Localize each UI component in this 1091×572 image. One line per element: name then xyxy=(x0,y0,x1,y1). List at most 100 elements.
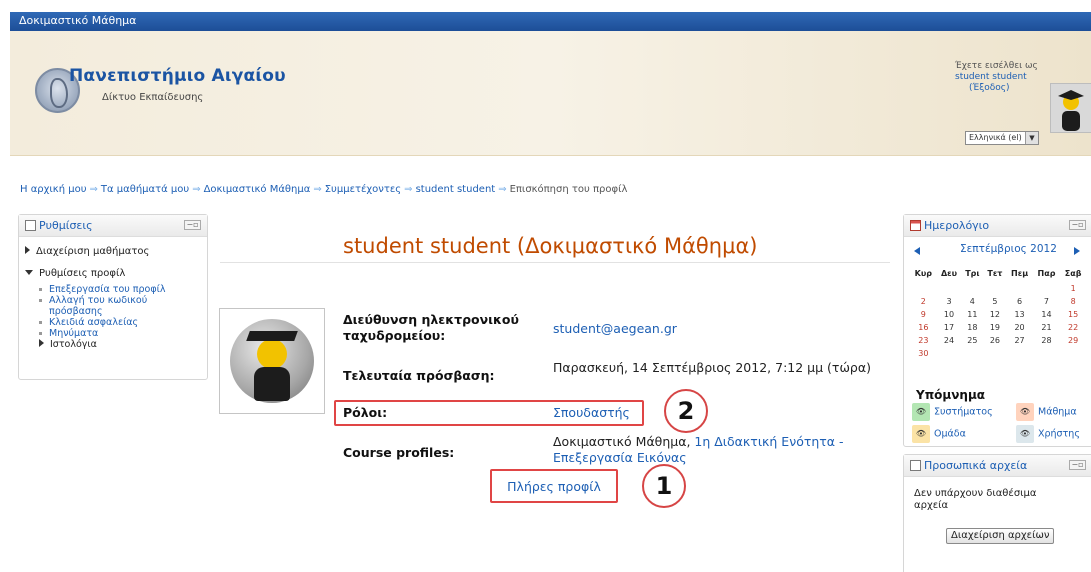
calendar-day[interactable]: 14 xyxy=(1033,308,1061,321)
site-header: Πανεπιστήμιο Αιγαίου Δίκτυο Εκπαίδευσης … xyxy=(10,31,1091,156)
university-subtitle: Δίκτυο Εκπαίδευσης xyxy=(102,92,204,103)
calendar-day[interactable]: 25 xyxy=(961,334,983,347)
block-collapse-icon[interactable]: −▫ xyxy=(1069,220,1086,230)
calendar-day[interactable]: 18 xyxy=(961,321,983,334)
breadcrumb-my-courses[interactable]: Τα μαθήματά μου xyxy=(101,184,189,195)
tree-item-label: Ιστολόγια xyxy=(50,339,97,350)
calendar-day[interactable]: 8 xyxy=(1060,295,1086,308)
tree-item-label: Ρυθμίσεις προφίλ xyxy=(39,268,126,279)
calendar-day[interactable]: 21 xyxy=(1033,321,1061,334)
eye-icon: 👁 xyxy=(1016,403,1034,421)
next-month-icon[interactable] xyxy=(1074,247,1080,255)
calendar-block-title[interactable]: Ημερολόγιο xyxy=(924,219,989,232)
calendar-day[interactable]: 20 xyxy=(1006,321,1032,334)
block-collapse-icon[interactable]: −▫ xyxy=(1069,460,1086,470)
calendar-day[interactable]: 1 xyxy=(1060,282,1086,295)
settings-block: Ρυθμίσεις −▫ Διαχείριση μαθήματος Ρυθμίσ… xyxy=(18,214,208,380)
profile-settings-list: Επεξεργασία του προφίλ Αλλαγή του κωδικο… xyxy=(39,284,201,350)
breadcrumb-course[interactable]: Δοκιμαστικό Μάθημα xyxy=(204,184,311,195)
logout-link[interactable]: (Έξοδος) xyxy=(955,83,1045,94)
calendar-day xyxy=(1033,347,1061,360)
tree-item-messages[interactable]: Μηνύματα xyxy=(39,328,201,339)
tree-item-security-keys[interactable]: Κλειδιά ασφαλείας xyxy=(39,317,201,328)
profile-avatar xyxy=(219,308,325,414)
calendar-day[interactable]: 28 xyxy=(1033,334,1061,347)
full-profile-link[interactable]: Πλήρες προφίλ xyxy=(492,479,616,494)
calendar-day[interactable]: 9 xyxy=(910,308,937,321)
calendar-day[interactable]: 30 xyxy=(910,347,937,360)
user-picture[interactable] xyxy=(1050,83,1091,133)
tree-item-blogs[interactable]: Ιστολόγια xyxy=(39,339,201,350)
calendar-day[interactable]: 16 xyxy=(910,321,937,334)
tree-item-profile-settings[interactable]: Ρυθμίσεις προφίλ xyxy=(25,268,201,279)
course-top-bar: Δοκιμαστικό Μάθημα xyxy=(10,12,1091,31)
breadcrumb-separator: ⇒ xyxy=(192,184,201,195)
breadcrumb-participants[interactable]: Συμμετέχοντες xyxy=(325,184,401,195)
no-files-text: Δεν υπάρχουν διαθέσιμα αρχεία xyxy=(914,488,1037,511)
calendar-day[interactable]: 3 xyxy=(937,295,962,308)
email-value: student@aegean.gr xyxy=(553,321,677,337)
calendar-day[interactable]: 6 xyxy=(1006,295,1032,308)
calendar-day xyxy=(983,347,1006,360)
manage-files-button[interactable]: Διαχείριση αρχείων xyxy=(946,528,1055,544)
legend-user-label: Χρήστης xyxy=(1038,428,1080,440)
calendar-day[interactable]: 10 xyxy=(937,308,962,321)
role-link[interactable]: Σπουδαστής xyxy=(553,405,630,420)
calendar-day xyxy=(910,282,937,295)
calendar-nav: Σεπτέμβριος 2012 xyxy=(904,243,1091,259)
legend-system[interactable]: 👁 Συστήματος xyxy=(912,403,993,421)
calendar-day xyxy=(937,347,962,360)
tree-item-edit-profile[interactable]: Επεξεργασία του προφίλ xyxy=(39,284,201,295)
legend-user[interactable]: 👁 Χρήστης xyxy=(1016,425,1080,443)
settings-block-title[interactable]: Ρυθμίσεις xyxy=(39,219,93,232)
private-files-header: Προσωπικά αρχεία −▫ xyxy=(904,455,1091,477)
calendar-day[interactable]: 7 xyxy=(1033,295,1061,308)
calendar-day[interactable]: 27 xyxy=(1006,334,1032,347)
calendar-week: 1 xyxy=(910,282,1086,295)
calendar-day[interactable]: 11 xyxy=(961,308,983,321)
language-select[interactable]: Ελληνικά (el) ▼ xyxy=(965,131,1039,145)
calendar-day[interactable]: 15 xyxy=(1060,308,1086,321)
private-files-title[interactable]: Προσωπικά αρχεία xyxy=(924,459,1027,472)
calendar-day[interactable]: 26 xyxy=(983,334,1006,347)
login-info: Έχετε εισέλθει ως student student (Έξοδο… xyxy=(955,61,1045,94)
triangle-right-icon xyxy=(39,339,44,347)
chevron-down-icon[interactable]: ▼ xyxy=(1025,132,1038,144)
prev-month-icon[interactable] xyxy=(914,247,920,255)
calendar-day[interactable]: 2 xyxy=(910,295,937,308)
calendar-day[interactable]: 24 xyxy=(937,334,962,347)
login-user-link[interactable]: student student xyxy=(955,72,1045,83)
avatar-head xyxy=(257,339,287,369)
calendar-day[interactable]: 5 xyxy=(983,295,1006,308)
weekday-header: Σαβ xyxy=(1064,269,1082,278)
weekday-header: Πεμ xyxy=(1011,269,1029,278)
calendar-month-link[interactable]: Σεπτέμβριος 2012 xyxy=(960,243,1057,255)
calendar-block: Ημερολόγιο −▫ Σεπτέμβριος 2012 Κυρ Δευ Τ… xyxy=(903,214,1091,447)
calendar-day[interactable]: 12 xyxy=(983,308,1006,321)
breadcrumb-user[interactable]: student student xyxy=(416,184,496,195)
breadcrumb-home[interactable]: Η αρχική μου xyxy=(20,184,86,195)
tree-item-course-admin[interactable]: Διαχείριση μαθήματος xyxy=(25,246,201,257)
calendar-day[interactable]: 23 xyxy=(910,334,937,347)
calendar-days: 1 2 3 4 5 6 7 8 9 10 11 12 13 14 15 16 17 18 19 20 21 22 23 24 2… xyxy=(910,282,1086,360)
weekday-header: Παρ xyxy=(1037,269,1056,278)
university-title[interactable]: Πανεπιστήμιο Αιγαίου xyxy=(69,66,286,86)
legend-group[interactable]: 👁 Ομάδα xyxy=(912,425,966,443)
calendar-day[interactable]: 29 xyxy=(1060,334,1086,347)
calendar-week: 2345678 xyxy=(910,295,1086,308)
email-link[interactable]: student@aegean.gr xyxy=(553,321,677,336)
calendar-day xyxy=(961,282,983,295)
legend-group-label: Ομάδα xyxy=(934,428,966,440)
settings-block-icon xyxy=(25,220,36,231)
block-collapse-icon[interactable]: −▫ xyxy=(184,220,201,230)
course-profiles-label: Course profiles: xyxy=(343,445,455,460)
weekday-header: Τρι xyxy=(965,269,980,278)
calendar-day[interactable]: 22 xyxy=(1060,321,1086,334)
tree-item-change-password[interactable]: Αλλαγή του κωδικού πρόσβασης xyxy=(39,295,201,317)
legend-course[interactable]: 👁 Μάθημα xyxy=(1016,403,1077,421)
calendar-day[interactable]: 19 xyxy=(983,321,1006,334)
calendar-day[interactable]: 4 xyxy=(961,295,983,308)
course-top-title[interactable]: Δοκιμαστικό Μάθημα xyxy=(19,14,136,27)
calendar-day[interactable]: 17 xyxy=(937,321,962,334)
calendar-day[interactable]: 13 xyxy=(1006,308,1032,321)
